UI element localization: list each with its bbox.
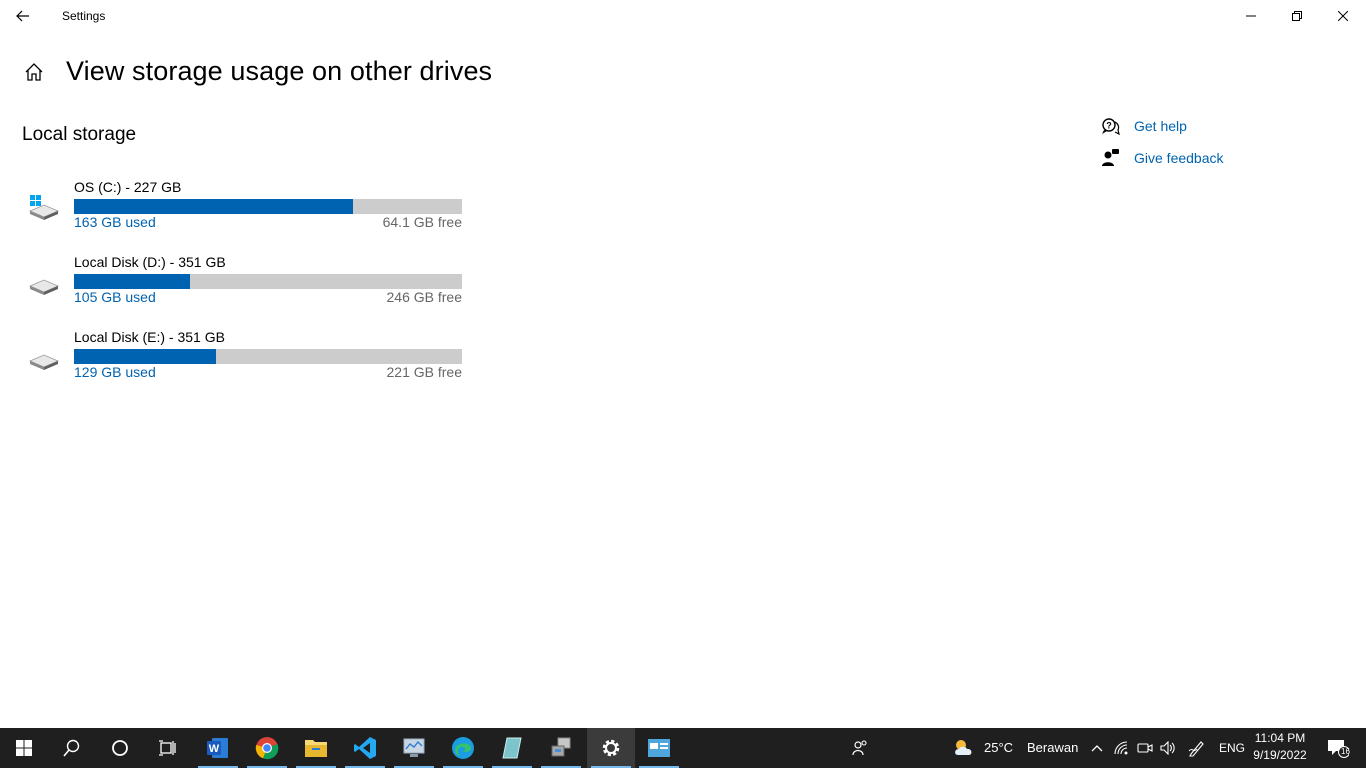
notification-count: 16 bbox=[1341, 747, 1350, 756]
taskbar-app-tablet[interactable] bbox=[488, 728, 536, 768]
action-center-button[interactable]: 16 bbox=[1318, 728, 1358, 768]
pen-workspace-button[interactable] bbox=[1184, 728, 1210, 768]
home-icon bbox=[25, 63, 43, 81]
svg-text:?: ? bbox=[1106, 121, 1112, 131]
volume-button[interactable] bbox=[1156, 728, 1180, 768]
windows-logo-icon bbox=[16, 740, 32, 756]
minimize-button[interactable] bbox=[1228, 0, 1274, 32]
start-button[interactable] bbox=[0, 728, 48, 768]
minimize-icon bbox=[1246, 15, 1256, 17]
drive-name: OS (C:) - 227 GB bbox=[74, 179, 182, 195]
taskbar-file-explorer[interactable] bbox=[292, 728, 340, 768]
search-icon bbox=[63, 739, 80, 757]
edge-icon bbox=[452, 737, 474, 759]
meet-now-button[interactable] bbox=[1133, 728, 1157, 768]
taskbar-vscode[interactable] bbox=[341, 728, 389, 768]
home-button[interactable] bbox=[20, 58, 48, 86]
monitor-app-icon bbox=[403, 738, 425, 757]
pen-icon bbox=[1188, 741, 1204, 757]
cortana-button[interactable] bbox=[96, 728, 144, 768]
speaker-icon bbox=[1160, 741, 1175, 755]
folder-icon bbox=[305, 740, 327, 757]
svg-text:W: W bbox=[209, 743, 220, 755]
title-bar: Settings bbox=[0, 0, 1366, 32]
clock-date: 9/19/2022 bbox=[1253, 748, 1307, 762]
hard-drive-icon bbox=[28, 343, 60, 371]
clock-time: 11:04 PM bbox=[1254, 731, 1306, 745]
meet-now-icon bbox=[1137, 743, 1153, 753]
taskbar: W 25°C Berawan ENG 11:04 PM 9/19/2022 16 bbox=[0, 728, 1366, 768]
drive-free-label: 246 GB free bbox=[386, 289, 463, 305]
drive-item-d[interactable]: Local Disk (D:) - 351 GB 105 GB used 246… bbox=[22, 254, 472, 316]
help-chat-icon: ? bbox=[1100, 116, 1120, 136]
storage-progress-fill bbox=[74, 349, 217, 364]
drive-free-label: 64.1 GB free bbox=[382, 214, 462, 230]
taskbar-settings[interactable] bbox=[587, 728, 635, 768]
windows-drive-icon bbox=[28, 193, 60, 221]
give-feedback-link[interactable]: Give feedback bbox=[1100, 147, 1224, 169]
tablet-app-icon bbox=[502, 737, 522, 759]
network-app-icon bbox=[551, 737, 571, 757]
storage-progress-fill bbox=[74, 199, 353, 214]
page-title: View storage usage on other drives bbox=[66, 56, 493, 86]
drive-used-label: 129 GB used bbox=[74, 364, 156, 380]
weather-description[interactable]: Berawan bbox=[1027, 740, 1078, 755]
arrow-left-icon bbox=[16, 10, 29, 22]
get-help-link[interactable]: ? Get help bbox=[1100, 115, 1187, 137]
chrome-icon bbox=[255, 737, 279, 760]
taskbar-chrome[interactable] bbox=[243, 728, 291, 768]
section-title: Local storage bbox=[22, 124, 137, 145]
app-title: Settings bbox=[62, 9, 106, 23]
storage-progress-bar bbox=[74, 349, 462, 364]
storage-progress-bar bbox=[74, 199, 462, 214]
restore-icon bbox=[1292, 11, 1302, 21]
word-icon: W bbox=[207, 738, 228, 758]
drive-item-c[interactable]: OS (C:) - 227 GB 163 GB used 64.1 GB fre… bbox=[22, 179, 472, 241]
taskbar-word[interactable]: W bbox=[194, 728, 242, 768]
close-button[interactable] bbox=[1320, 0, 1366, 32]
drive-name: Local Disk (D:) - 351 GB bbox=[74, 254, 226, 270]
clock[interactable]: 11:04 PM 9/19/2022 bbox=[1240, 730, 1320, 764]
people-icon bbox=[852, 740, 867, 756]
partly-cloudy-icon bbox=[955, 740, 972, 755]
taskbar-app-window[interactable] bbox=[635, 728, 683, 768]
app-window-icon bbox=[648, 739, 670, 757]
people-button[interactable] bbox=[836, 728, 884, 768]
drive-used-label: 163 GB used bbox=[74, 214, 156, 230]
drive-free-label: 221 GB free bbox=[386, 364, 463, 380]
gear-icon bbox=[602, 739, 620, 757]
cortana-circle-icon bbox=[112, 740, 128, 756]
drive-item-e[interactable]: Local Disk (E:) - 351 GB 129 GB used 221… bbox=[22, 329, 472, 391]
wifi-icon bbox=[1114, 741, 1128, 755]
task-view-icon bbox=[159, 740, 176, 756]
hard-drive-icon bbox=[28, 268, 60, 296]
drive-name: Local Disk (E:) - 351 GB bbox=[74, 329, 225, 345]
chevron-up-icon bbox=[1091, 745, 1103, 752]
give-feedback-label: Give feedback bbox=[1134, 150, 1224, 166]
storage-progress-fill bbox=[74, 274, 190, 289]
storage-progress-bar bbox=[74, 274, 462, 289]
search-button[interactable] bbox=[48, 728, 96, 768]
weather-button[interactable] bbox=[944, 728, 984, 768]
get-help-label: Get help bbox=[1134, 118, 1187, 134]
taskbar-app-network[interactable] bbox=[537, 728, 585, 768]
drive-used-label: 105 GB used bbox=[74, 289, 156, 305]
back-button[interactable] bbox=[0, 0, 46, 32]
weather-temperature[interactable]: 25°C bbox=[984, 740, 1013, 755]
task-view-button[interactable] bbox=[144, 728, 192, 768]
restore-button[interactable] bbox=[1274, 0, 1320, 32]
close-icon bbox=[1338, 11, 1348, 21]
network-button[interactable] bbox=[1110, 728, 1134, 768]
feedback-person-icon bbox=[1100, 148, 1120, 168]
show-hidden-icons-button[interactable] bbox=[1085, 728, 1109, 768]
taskbar-app-monitor[interactable] bbox=[390, 728, 438, 768]
taskbar-edge[interactable] bbox=[439, 728, 487, 768]
vscode-icon bbox=[354, 737, 376, 759]
